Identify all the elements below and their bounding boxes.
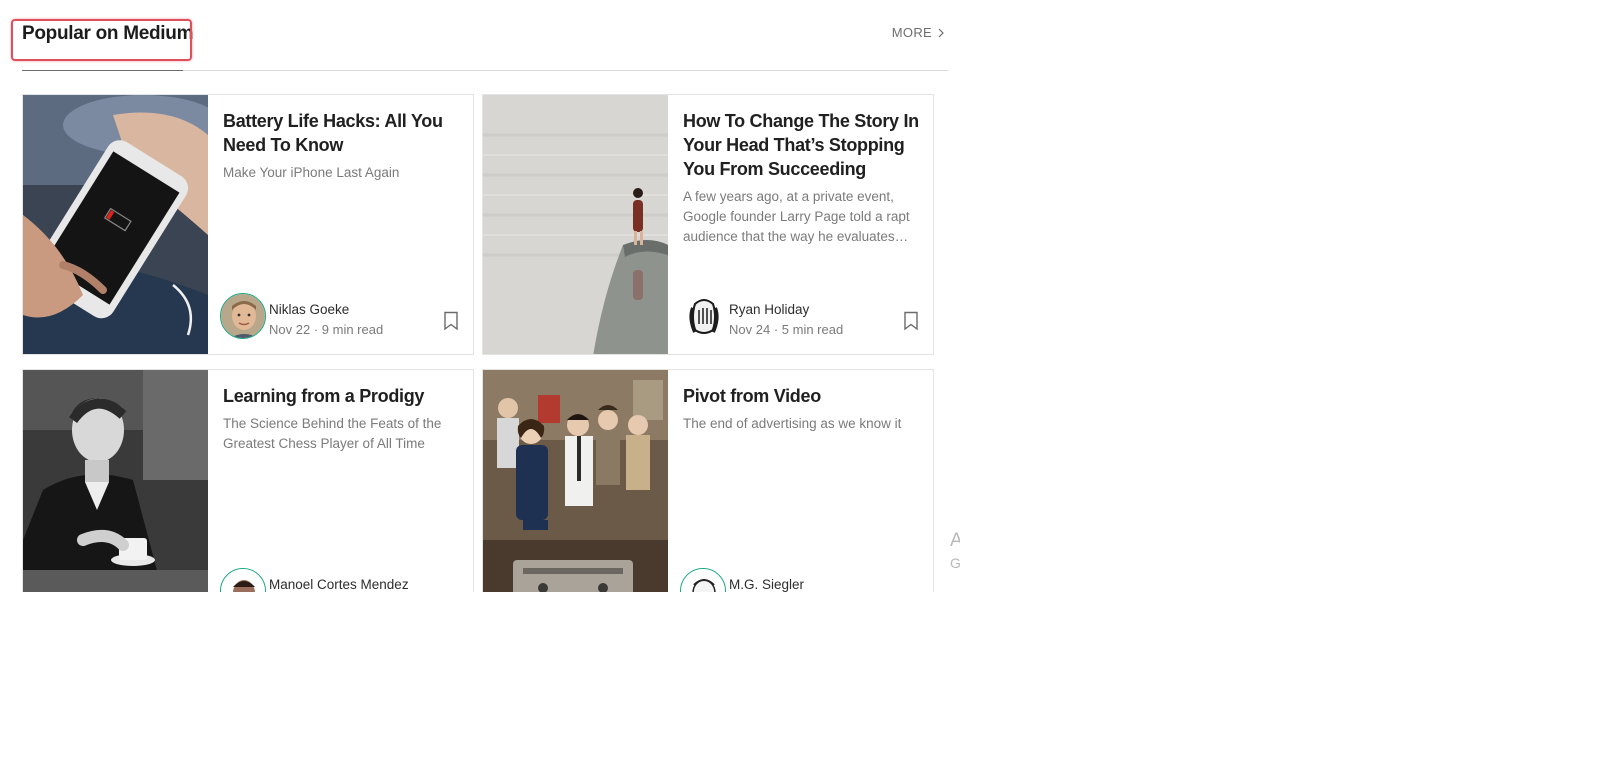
avatar[interactable] <box>680 568 726 592</box>
article-subtitle: Make Your iPhone Last Again <box>223 165 400 180</box>
title-underline <box>22 70 183 71</box>
author-name[interactable]: Niklas Goeke <box>269 302 349 317</box>
woman-standing-by-lake-photo <box>483 95 668 354</box>
author-avatar-image <box>681 569 725 592</box>
section-title: Popular on Medium <box>22 23 194 44</box>
section-header: Popular on Medium MORE <box>22 14 948 71</box>
article-card[interactable]: Pivot from Video The end of advertising … <box>482 369 934 592</box>
mad-men-group-photo <box>483 370 668 592</box>
article-date: Nov 24 <box>729 322 771 337</box>
meta-separator: · <box>773 322 782 337</box>
article-subtitle: The end of advertising as we know it <box>683 416 902 431</box>
bookmark-icon[interactable] <box>903 311 919 331</box>
read-time: 5 min read <box>781 322 844 337</box>
read-time: 9 min read <box>321 322 384 337</box>
article-footer: Manoel Cortes Mendez <box>220 568 465 592</box>
phone-low-battery-photo <box>23 95 208 354</box>
more-label: MORE <box>891 25 932 40</box>
article-image[interactable] <box>483 95 668 354</box>
author-name[interactable]: Ryan Holiday <box>729 302 809 317</box>
chevron-right-icon <box>938 28 944 37</box>
young-man-with-teacup-photo <box>23 370 208 592</box>
article-title[interactable]: How To Change The Story In Your Head Tha… <box>683 109 923 181</box>
author-name[interactable]: Manoel Cortes Mendez <box>269 577 409 592</box>
author-avatar-image <box>221 569 265 592</box>
watermark-line2: Go <box>950 555 960 571</box>
article-subtitle: The Science Behind the Feats of the Grea… <box>223 416 442 451</box>
article-meta: Nov 22 · 9 min read <box>269 322 383 337</box>
article-footer: Ryan Holiday Nov 24 · 5 min read <box>680 293 925 343</box>
article-title[interactable]: Pivot from Video <box>683 384 923 408</box>
article-body: Battery Life Hacks: All You Need To Know… <box>223 109 463 183</box>
popular-section-viewport: Popular on Medium MORE Battery Life Hack… <box>0 0 960 592</box>
article-title[interactable]: Battery Life Hacks: All You Need To Know <box>223 109 463 157</box>
article-card[interactable]: Battery Life Hacks: All You Need To Know… <box>22 94 474 355</box>
author-avatar-image <box>681 294 725 338</box>
more-link[interactable]: MORE <box>892 25 944 40</box>
avatar[interactable] <box>680 293 726 339</box>
author-name[interactable]: M.G. Siegler <box>729 577 804 592</box>
article-body: How To Change The Story In Your Head Tha… <box>683 109 923 247</box>
article-image[interactable] <box>483 370 668 592</box>
article-footer: M.G. Siegler <box>680 568 925 592</box>
avatar[interactable] <box>220 568 266 592</box>
article-date: Nov 22 <box>269 322 311 337</box>
article-footer: Niklas Goeke Nov 22 · 9 min read <box>220 293 465 343</box>
meta-separator: · <box>313 322 322 337</box>
article-card[interactable]: How To Change The Story In Your Head Tha… <box>482 94 934 355</box>
article-image[interactable] <box>23 370 208 592</box>
article-card[interactable]: Learning from a Prodigy The Science Behi… <box>22 369 474 592</box>
article-body: Pivot from Video The end of advertising … <box>683 384 923 434</box>
article-title[interactable]: Learning from a Prodigy <box>223 384 463 408</box>
author-avatar-image <box>221 294 265 338</box>
bookmark-icon[interactable] <box>443 311 459 331</box>
article-subtitle: A few years ago, at a private event, Goo… <box>683 189 910 244</box>
activation-watermark: Ac Go <box>950 530 960 574</box>
article-meta: Nov 24 · 5 min read <box>729 322 843 337</box>
article-body: Learning from a Prodigy The Science Behi… <box>223 384 463 454</box>
article-image[interactable] <box>23 95 208 354</box>
avatar[interactable] <box>220 293 266 339</box>
watermark-line1: Ac <box>950 530 960 551</box>
